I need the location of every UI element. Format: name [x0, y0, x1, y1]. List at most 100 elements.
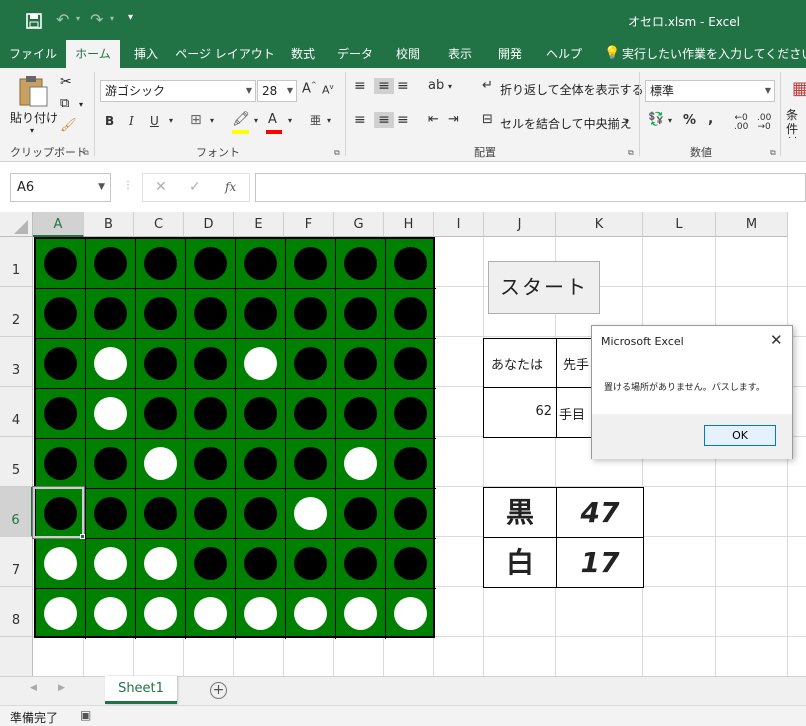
font-launcher-icon[interactable]: ⧉ — [334, 148, 340, 158]
conditional-formatting-icon[interactable]: ▦ — [792, 78, 806, 99]
clipboard-launcher-icon[interactable]: ⧉ — [83, 148, 89, 158]
column-header[interactable]: C — [134, 212, 184, 237]
merge-center-button[interactable]: セルを結合して中央揃え — [500, 115, 632, 132]
cut-icon[interactable]: ✂ — [60, 74, 72, 90]
macro-record-icon[interactable]: ▣ — [80, 708, 91, 722]
row-header[interactable]: 3 — [0, 337, 33, 387]
align-middle-icon[interactable]: ≡ — [374, 78, 394, 94]
column-header[interactable]: A — [33, 212, 84, 237]
tab-file[interactable]: ファイル — [0, 40, 66, 68]
cancel-entry-icon[interactable]: ✕ — [155, 179, 167, 195]
row-header[interactable] — [0, 637, 33, 676]
board-cell[interactable] — [86, 589, 136, 639]
tab-developer[interactable]: 開発 — [488, 40, 532, 68]
row-header[interactable]: 4 — [0, 387, 33, 437]
board-cell[interactable] — [336, 389, 386, 439]
column-header[interactable]: H — [384, 212, 434, 237]
tell-me-box[interactable]: 実行したい作業を入力してください — [622, 40, 806, 68]
italic-icon[interactable]: I — [129, 114, 134, 128]
board-cell[interactable] — [236, 539, 286, 589]
board-cell[interactable] — [136, 439, 186, 489]
board-cell[interactable] — [336, 239, 386, 289]
board-cell[interactable] — [186, 239, 236, 289]
board-cell[interactable] — [86, 439, 136, 489]
board-cell[interactable] — [286, 489, 336, 539]
merge-center-icon[interactable]: ⊟ — [482, 112, 493, 127]
board-cell[interactable] — [36, 539, 86, 589]
tab-view[interactable]: 表示 — [438, 40, 482, 68]
merge-dropdown-icon[interactable]: ▾ — [625, 117, 629, 126]
board-cell[interactable] — [336, 289, 386, 339]
font-color-icon[interactable]: A — [268, 112, 277, 127]
board-cell[interactable] — [236, 239, 286, 289]
accounting-dropdown-icon[interactable]: ▾ — [668, 116, 672, 125]
paste-icon[interactable] — [17, 74, 49, 108]
select-all-corner[interactable] — [0, 212, 33, 237]
redo-icon[interactable]: ↷ — [90, 10, 103, 29]
active-cell-a6[interactable] — [32, 486, 85, 539]
column-header[interactable]: I — [434, 212, 484, 237]
board-cell[interactable] — [186, 339, 236, 389]
board-cell[interactable] — [86, 389, 136, 439]
decrease-decimal-icon[interactable]: .00 →0 — [757, 114, 771, 132]
grow-font-icon[interactable]: A^ — [302, 81, 317, 96]
board-cell[interactable] — [236, 589, 286, 639]
tab-insert[interactable]: 挿入 — [124, 40, 168, 68]
board-cell[interactable] — [86, 239, 136, 289]
accounting-format-icon[interactable]: 💱 — [648, 112, 664, 127]
new-sheet-icon[interactable]: + — [210, 682, 227, 699]
board-cell[interactable] — [186, 489, 236, 539]
tab-formulas[interactable]: 数式 — [282, 40, 324, 68]
board-cell[interactable] — [236, 339, 286, 389]
copy-icon[interactable]: ⧉ — [60, 96, 69, 111]
board-cell[interactable] — [186, 589, 236, 639]
format-painter-icon[interactable]: 🖌 — [60, 118, 77, 133]
confirm-entry-icon[interactable]: ✓ — [189, 179, 201, 195]
board-cell[interactable] — [286, 289, 336, 339]
borders-icon[interactable]: ⊞ — [190, 112, 202, 128]
column-header[interactable]: G — [334, 212, 384, 237]
board-cell[interactable] — [336, 439, 386, 489]
underline-icon[interactable]: U — [150, 114, 159, 128]
board-cell[interactable] — [386, 389, 436, 439]
conditional-formatting-label[interactable]: 条件付き書 — [786, 108, 806, 138]
board-cell[interactable] — [386, 289, 436, 339]
insert-function-icon[interactable]: fx — [225, 180, 236, 194]
paste-label[interactable]: 貼り付け — [10, 109, 58, 126]
scroll-prev-sheet-icon[interactable]: ◀ — [30, 683, 37, 693]
column-header[interactable]: J — [484, 212, 556, 237]
board-cell[interactable] — [136, 239, 186, 289]
board-cell[interactable] — [136, 289, 186, 339]
row-header[interactable]: 6 — [0, 487, 33, 537]
orientation-icon[interactable]: ab — [428, 78, 444, 93]
column-header[interactable]: D — [184, 212, 234, 237]
tab-page-layout[interactable]: ページ レイアウト — [170, 40, 280, 68]
tab-review[interactable]: 校閲 — [388, 40, 428, 68]
board-cell[interactable] — [236, 289, 286, 339]
board-cell[interactable] — [186, 289, 236, 339]
row-header[interactable]: 1 — [0, 237, 33, 287]
undo-dropdown-icon[interactable]: ▾ — [76, 14, 80, 23]
phonetic-icon[interactable]: 亜 — [310, 112, 321, 128]
font-name-combo[interactable]: 游ゴシック ▼ — [100, 80, 256, 102]
column-header[interactable]: F — [284, 212, 334, 237]
column-header[interactable]: B — [84, 212, 134, 237]
name-box[interactable]: A6 ▼ — [10, 173, 111, 202]
align-left-icon[interactable]: ≡ — [354, 112, 366, 128]
comma-style-icon[interactable]: , — [708, 111, 713, 127]
fill-color-icon[interactable]: 🖍 — [232, 111, 250, 127]
column-header[interactable]: L — [643, 212, 716, 237]
board-cell[interactable] — [136, 389, 186, 439]
increase-decimal-icon[interactable]: ←0.00 — [734, 114, 748, 132]
underline-dropdown-icon[interactable]: ▾ — [169, 116, 173, 125]
board-cell[interactable] — [386, 489, 436, 539]
board-cell[interactable] — [86, 489, 136, 539]
align-right-icon[interactable]: ≡ — [397, 112, 409, 128]
column-header[interactable]: K — [556, 212, 643, 237]
shrink-font-icon[interactable]: Av — [322, 83, 334, 97]
orientation-dropdown-icon[interactable]: ▾ — [448, 82, 452, 91]
close-icon[interactable]: ✕ — [770, 331, 783, 349]
board-cell[interactable] — [386, 539, 436, 589]
board-cell[interactable] — [86, 289, 136, 339]
sheet-tab-sheet1[interactable]: Sheet1 — [105, 676, 177, 704]
